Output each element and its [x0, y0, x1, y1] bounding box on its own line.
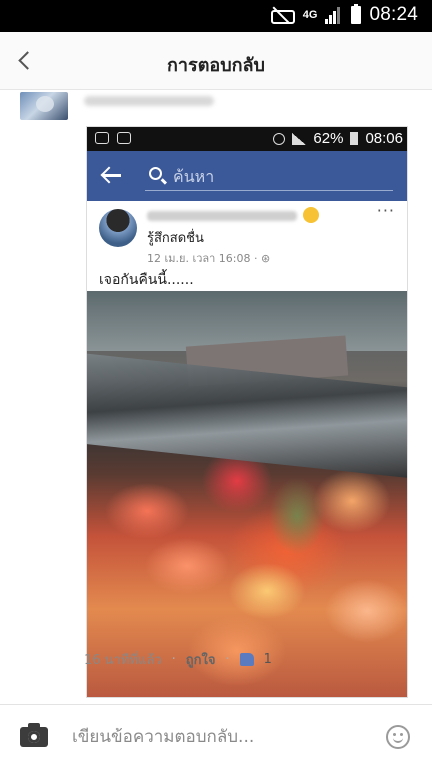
- signal-icon: [325, 6, 343, 24]
- separator: ·: [171, 652, 176, 667]
- more-options-icon: ···: [376, 201, 395, 220]
- time-ago: 16 นาทีที่แล้ว: [84, 653, 162, 668]
- post-timestamp: 12 เม.ย. เวลา 16:08 · ⊛: [147, 249, 270, 267]
- feeling-emoji-icon: [303, 207, 319, 223]
- app-header: การตอบกลับ: [0, 32, 432, 90]
- comment: 62% 08:06 ค้นหา ··· รู้สึกสดชื่น 12 เม.ย…: [0, 90, 432, 700]
- battery-percent: 62%: [313, 130, 344, 147]
- facebook-search-bar: ค้นหา: [87, 151, 407, 201]
- separator: ·: [225, 652, 230, 667]
- messenger-icon: [95, 132, 109, 144]
- search-placeholder: ค้นหา: [173, 167, 215, 186]
- back-arrow-icon: [101, 165, 123, 185]
- post-text: เจอกันคืนนี้......: [99, 272, 194, 288]
- comment-footer: 16 นาทีที่แล้ว · ถูกใจ · 1: [84, 649, 272, 670]
- battery-icon: [350, 132, 359, 145]
- notification-icon: [117, 132, 131, 144]
- emoji-icon[interactable]: [386, 725, 410, 749]
- camera-icon[interactable]: [20, 723, 48, 747]
- battery-icon: [351, 4, 362, 24]
- alarm-icon: [273, 132, 286, 145]
- post-feeling: รู้สึกสดชื่น: [147, 231, 204, 246]
- status-bar: 4G 08:24: [0, 0, 432, 32]
- inner-time: 08:06: [365, 130, 403, 147]
- signal-icon: [292, 132, 307, 145]
- replies-screen: การตอบกลับ 62% 08:06 ค้นหา ··· รู้สึกสดช…: [0, 32, 432, 768]
- poster-name-blurred: [147, 211, 297, 221]
- page-title: การตอบกลับ: [167, 55, 265, 76]
- globe-icon: ⊛: [260, 252, 271, 265]
- photo-plastic-sheet: [87, 353, 407, 479]
- vibrate-mute-icon: [269, 6, 295, 24]
- search-icon: [149, 167, 162, 180]
- commenter-name-blurred: [84, 96, 214, 106]
- post-header: ··· รู้สึกสดชื่น 12 เม.ย. เวลา 16:08 · ⊛…: [87, 201, 407, 291]
- status-time: 08:24: [369, 4, 418, 25]
- reply-input[interactable]: [72, 723, 372, 751]
- reply-composer: [0, 704, 432, 768]
- thumbs-up-icon: [239, 653, 254, 666]
- inner-status-bar: 62% 08:06: [87, 127, 407, 151]
- post-timestamp-text: 12 เม.ย. เวลา 16:08 ·: [147, 252, 261, 265]
- like-count[interactable]: 1: [264, 652, 272, 667]
- like-button[interactable]: ถูกใจ: [186, 649, 216, 670]
- post-photo: [87, 291, 407, 697]
- attached-screenshot-image[interactable]: 62% 08:06 ค้นหา ··· รู้สึกสดชื่น 12 เม.ย…: [86, 126, 408, 698]
- poster-avatar: [99, 209, 137, 247]
- search-field: ค้นหา: [145, 163, 393, 191]
- commenter-avatar[interactable]: [20, 92, 68, 120]
- network-type-label: 4G: [302, 9, 318, 21]
